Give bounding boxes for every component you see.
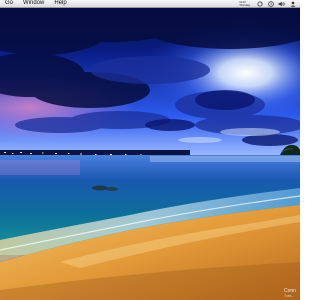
- menu-clock[interactable]: 12:00 Thursday: [239, 0, 250, 7]
- volume-icon[interactable]: [277, 0, 286, 7]
- menu-window[interactable]: Window: [18, 0, 49, 7]
- clock-icon[interactable]: [266, 0, 275, 7]
- user-icon[interactable]: [288, 0, 297, 7]
- desktop-widget[interactable]: Conn Tues...: [284, 288, 298, 298]
- menu-bar-status-area: 12:00 Thursday: [239, 0, 300, 7]
- sync-icon[interactable]: [255, 0, 264, 7]
- desktop-wallpaper: [0, 0, 300, 300]
- desktop-screen: Go Window Help 12:00 Thursday Conn Tues.…: [0, 0, 300, 300]
- clock-day: Thursday: [239, 3, 250, 7]
- widget-subtitle: Tues...: [284, 294, 295, 298]
- menu-help[interactable]: Help: [49, 0, 71, 7]
- menu-go[interactable]: Go: [0, 0, 18, 7]
- menu-bar: Go Window Help 12:00 Thursday: [0, 0, 300, 8]
